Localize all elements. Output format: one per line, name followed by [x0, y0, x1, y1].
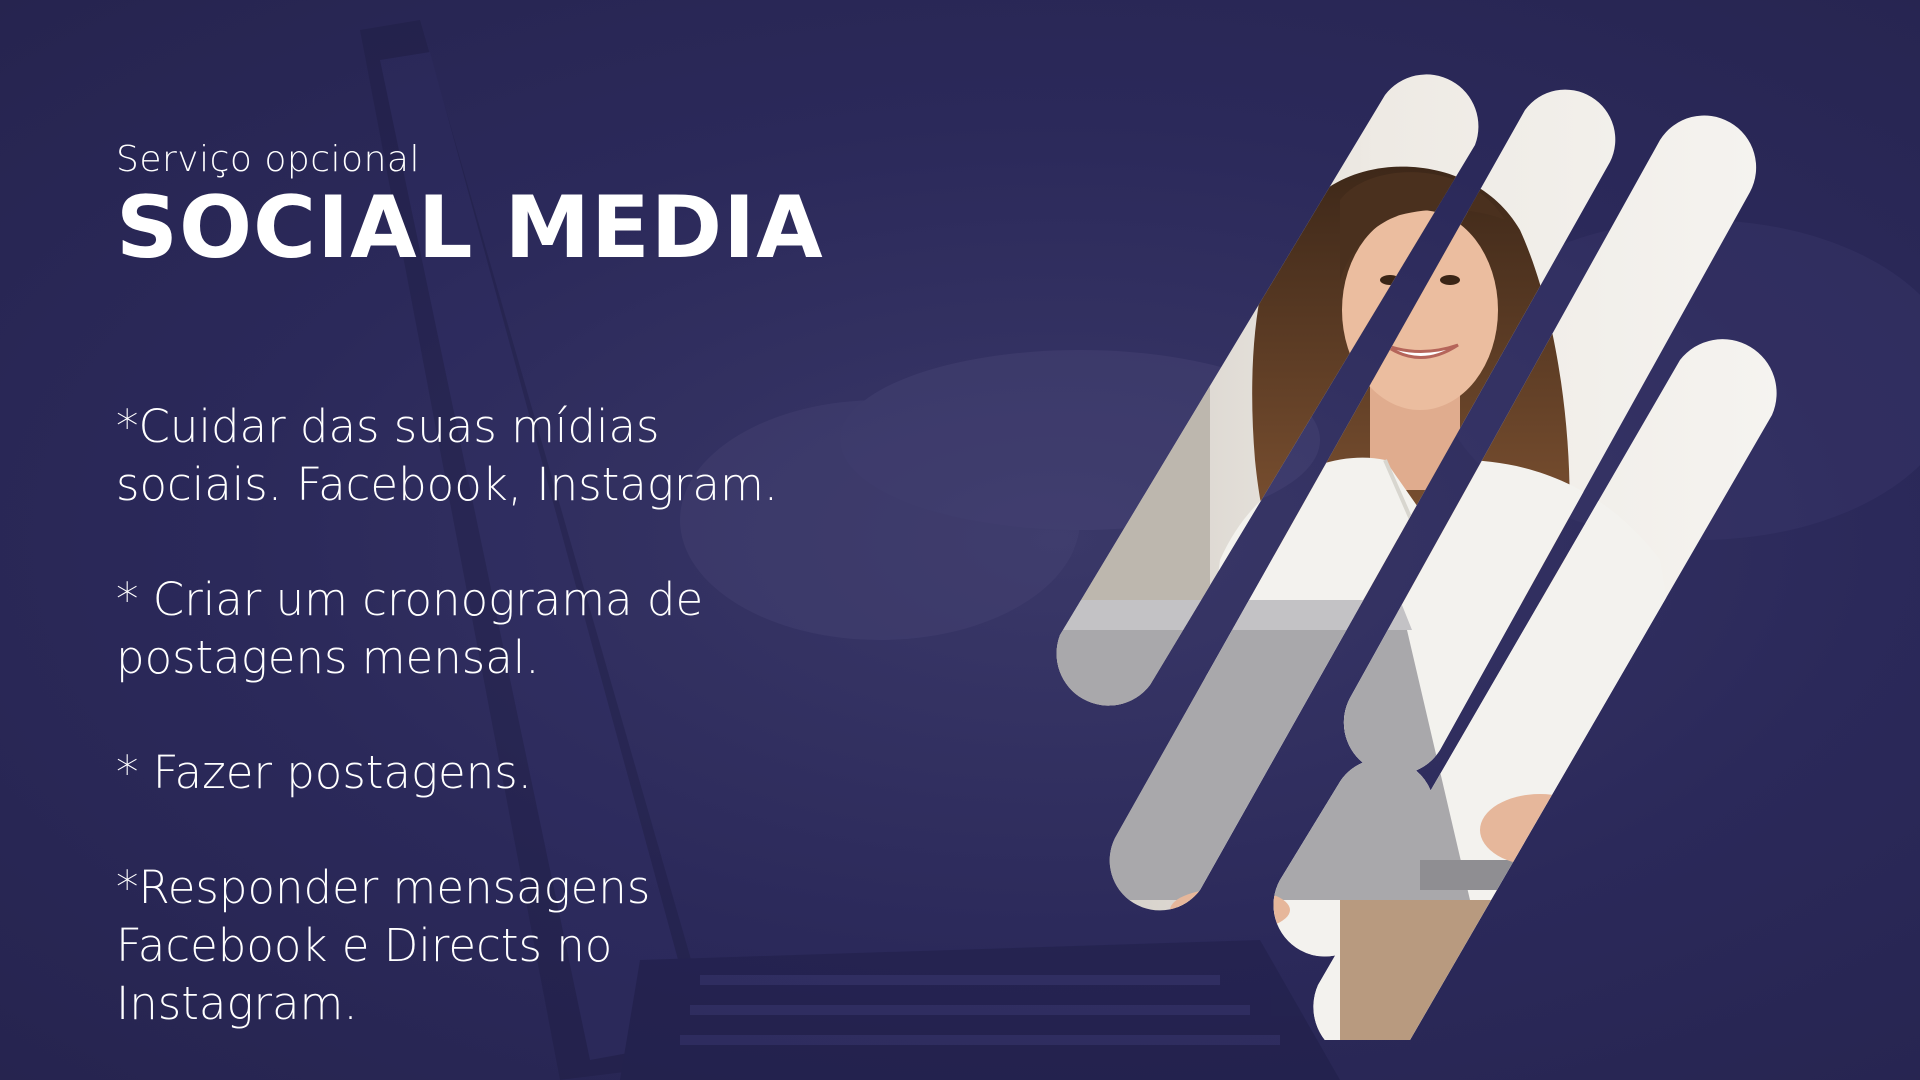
heading-block: Serviço opcional SOCIAL MEDIA	[116, 138, 896, 271]
list-item: *Responder mensagens Facebook e Directs …	[116, 861, 651, 1030]
hand-left	[1170, 888, 1290, 932]
subtitle: Serviço opcional	[116, 139, 420, 180]
slide: Serviço opcional SOCIAL MEDIA *Cuidar da…	[0, 0, 1920, 1080]
face-shape	[1342, 210, 1498, 410]
laptop-base	[1420, 860, 1610, 890]
woman-photo-collage	[1056, 74, 1777, 1040]
hand-right	[1480, 794, 1600, 866]
laptop-edge	[1056, 600, 1412, 630]
page-title: SOCIAL MEDIA	[116, 178, 824, 279]
laptop-shape	[1056, 600, 1470, 900]
eye-left	[1380, 275, 1400, 285]
list-item: * Criar um cronograma de postagens mensa…	[116, 573, 704, 684]
list-item: *Cuidar das suas mídias sociais. Faceboo…	[116, 400, 779, 511]
pants-shape	[1340, 900, 1600, 1040]
eye-right	[1440, 275, 1460, 285]
list-item: * Fazer postagens.	[116, 746, 532, 799]
service-list: *Cuidar das suas mídias sociais. Faceboo…	[116, 398, 916, 1080]
